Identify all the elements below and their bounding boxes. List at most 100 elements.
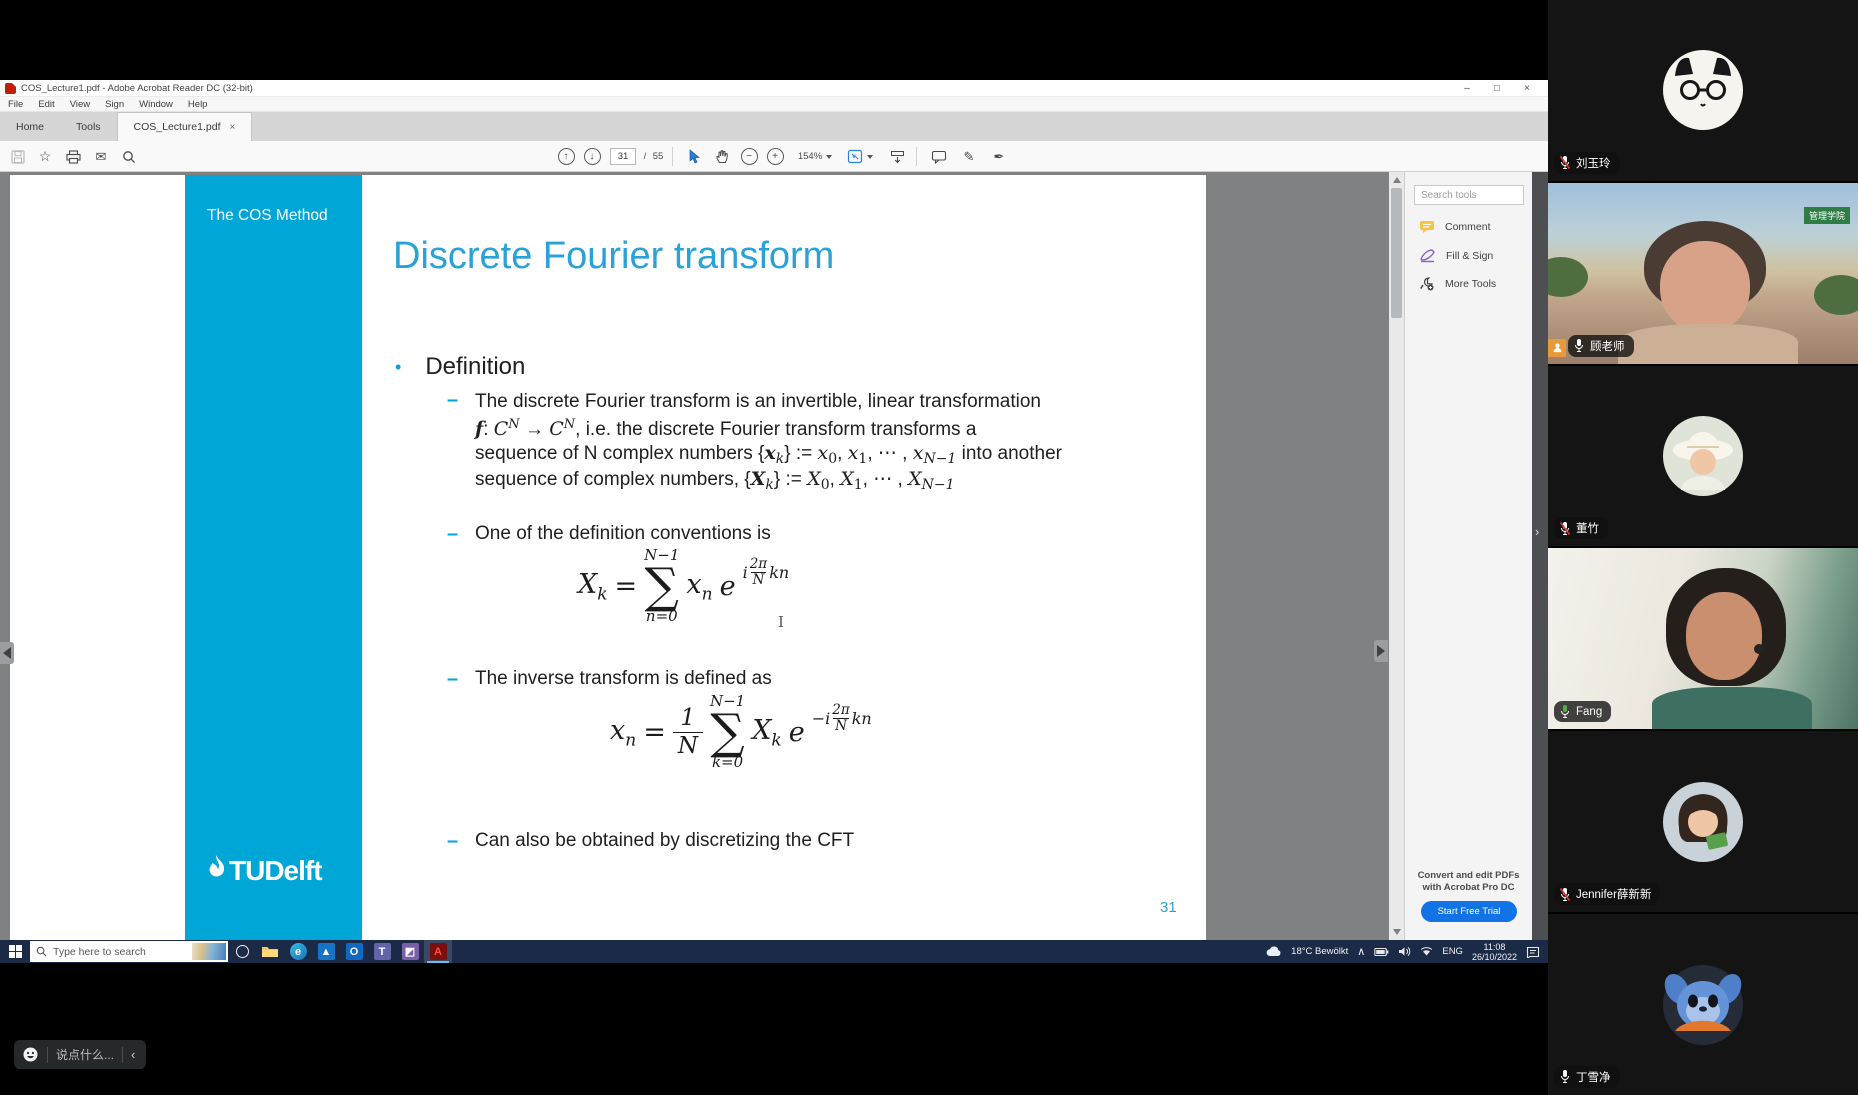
start-free-trial-button[interactable]: Start Free Trial	[1421, 901, 1517, 922]
participant-nametag: 董竹	[1554, 517, 1608, 539]
next-page-button[interactable]: ↓	[580, 141, 604, 172]
definition-line: sequence of complex numbers, {Xk} := X0,…	[475, 468, 1062, 494]
text-cursor-artifact: I	[778, 613, 784, 631]
formula-term: Xk	[752, 715, 782, 750]
document-area[interactable]: The COS Method TU Delft Discrete Fourier…	[0, 172, 1404, 940]
scroll-down-icon[interactable]	[1393, 929, 1401, 935]
menu-help[interactable]: Help	[188, 99, 208, 110]
email-button[interactable]: ✉	[90, 141, 112, 172]
taskbar-clock[interactable]: 11:08 26/10/2022	[1472, 942, 1517, 962]
acrobat-titlebar[interactable]: COS_Lecture1.pdf - Adobe Acrobat Reader …	[0, 80, 1548, 97]
hat-lady-avatar-icon	[1657, 410, 1749, 502]
definition-heading: Definition	[425, 353, 525, 381]
menu-window[interactable]: Window	[139, 99, 173, 110]
tab-tools[interactable]: Tools	[60, 112, 117, 141]
cft-label: Can also be obtained by discretizing the…	[475, 830, 854, 852]
participant-name: 顾老师	[1590, 338, 1625, 354]
mic-muted-icon	[1559, 887, 1571, 902]
menu-sign[interactable]: Sign	[105, 99, 124, 110]
hand-tool-button[interactable]	[710, 141, 734, 172]
print-button[interactable]	[62, 141, 84, 172]
page-number-input[interactable]: 31	[609, 141, 637, 172]
battery-icon[interactable]	[1374, 947, 1389, 957]
next-page-edge-arrow[interactable]	[1374, 640, 1388, 662]
search-icon	[36, 946, 47, 957]
sign-tool-button[interactable]: ✒	[986, 141, 1012, 172]
participant-tile[interactable]: Fang	[1548, 548, 1858, 729]
save-button[interactable]	[8, 141, 28, 172]
tab-document[interactable]: COS_Lecture1.pdf ×	[117, 112, 253, 141]
tab-close-icon[interactable]: ×	[230, 122, 236, 133]
tool-item-more-tools[interactable]: More Tools	[1419, 276, 1496, 291]
search-highlight-image[interactable]	[192, 943, 226, 960]
sigma-symbol: ∑	[645, 564, 679, 608]
find-button[interactable]	[118, 141, 140, 172]
photos-app-button[interactable]: ▲	[312, 940, 340, 963]
participant-name: 董竹	[1576, 520, 1599, 536]
tool-item-fill-sign[interactable]: Fill & Sign	[1419, 248, 1493, 263]
expand-panel-chevron[interactable]: ›	[1535, 524, 1539, 539]
toolbar: ☆ ✉ ↑ ↓ 31 / 55 − + 154%	[0, 141, 1548, 172]
zoom-in-button[interactable]: +	[763, 141, 787, 172]
notification-center-icon[interactable]	[1526, 946, 1540, 958]
page-display-dropdown[interactable]	[843, 141, 877, 172]
meeting-chat-pill[interactable]: 说点什么... ‹	[14, 1040, 146, 1069]
scroll-up-icon[interactable]	[1393, 177, 1401, 183]
pencil-tool-button[interactable]: ✎	[956, 141, 982, 172]
emoji-smiley-icon[interactable]	[22, 1046, 39, 1063]
wrench-plus-icon	[1419, 276, 1435, 291]
menu-file[interactable]: File	[8, 99, 23, 110]
definition-line: The discrete Fourier transform is an inv…	[475, 391, 1062, 417]
file-explorer-button[interactable]	[256, 940, 284, 963]
speaker-icon[interactable]	[1398, 946, 1411, 957]
taskbar-search-box[interactable]: Type here to search	[30, 941, 228, 962]
mic-muted-icon	[1559, 521, 1571, 536]
purple-app-button[interactable]: ◩	[396, 940, 424, 963]
folder-icon	[261, 944, 279, 959]
close-button[interactable]: ×	[1520, 83, 1534, 94]
search-icon	[122, 150, 136, 164]
participant-tile[interactable]: Jennifer薛新新	[1548, 731, 1858, 912]
participant-tile[interactable]: 丁雪净	[1548, 914, 1858, 1095]
previous-page-button[interactable]: ↑	[554, 141, 578, 172]
participant-tile[interactable]: 管理学院 顾老师	[1548, 183, 1858, 364]
chat-input-placeholder[interactable]: 说点什么...	[56, 1046, 114, 1063]
hidden-icons-chevron[interactable]: ∧	[1357, 945, 1365, 958]
collapse-toolbar-button[interactable]	[884, 141, 910, 172]
participant-tile[interactable]: 董竹	[1548, 366, 1858, 547]
network-icon[interactable]	[1420, 946, 1433, 957]
maximize-button[interactable]: □	[1490, 83, 1504, 94]
divider	[47, 1047, 48, 1063]
chat-collapse-chevron[interactable]: ‹	[131, 1047, 135, 1062]
comment-tool-button[interactable]	[926, 141, 952, 172]
teams-button[interactable]: T	[368, 940, 396, 963]
acrobat-taskbar-button[interactable]: A	[424, 940, 452, 963]
edge-button[interactable]: e	[284, 940, 312, 963]
zoom-level-dropdown[interactable]: 154%	[792, 141, 838, 172]
zoom-out-button[interactable]: −	[737, 141, 761, 172]
menu-view[interactable]: View	[70, 99, 90, 110]
participant-nametag: 刘玉玲	[1554, 152, 1620, 174]
menu-edit[interactable]: Edit	[38, 99, 54, 110]
windows-logo-icon	[9, 945, 22, 958]
pdf-page: The COS Method TU Delft Discrete Fourier…	[10, 175, 1206, 940]
search-tools-input[interactable]	[1414, 185, 1524, 205]
minimize-button[interactable]: –	[1460, 83, 1474, 94]
sigma-symbol: ∑	[710, 710, 744, 754]
cortana-button[interactable]	[228, 940, 256, 963]
start-button[interactable]	[0, 940, 30, 963]
select-tool-button[interactable]	[682, 141, 706, 172]
logo-tu-text: TU	[229, 855, 264, 887]
scrollbar-thumb[interactable]	[1391, 188, 1402, 318]
vertical-scrollbar[interactable]	[1389, 172, 1404, 940]
tool-item-comment[interactable]: Comment	[1419, 220, 1491, 234]
previous-page-edge-arrow[interactable]	[0, 642, 14, 664]
language-indicator[interactable]: ENG	[1442, 946, 1463, 957]
tab-home[interactable]: Home	[0, 112, 60, 141]
outlook-button[interactable]: O	[340, 940, 368, 963]
favorites-star-button[interactable]: ☆	[34, 141, 56, 172]
weather-cloud-icon	[1266, 946, 1282, 957]
participant-tile[interactable]: 刘玉玲	[1548, 0, 1858, 181]
weather-text[interactable]: 18°C Bewölkt	[1291, 946, 1348, 957]
chevron-down-icon	[867, 155, 873, 159]
